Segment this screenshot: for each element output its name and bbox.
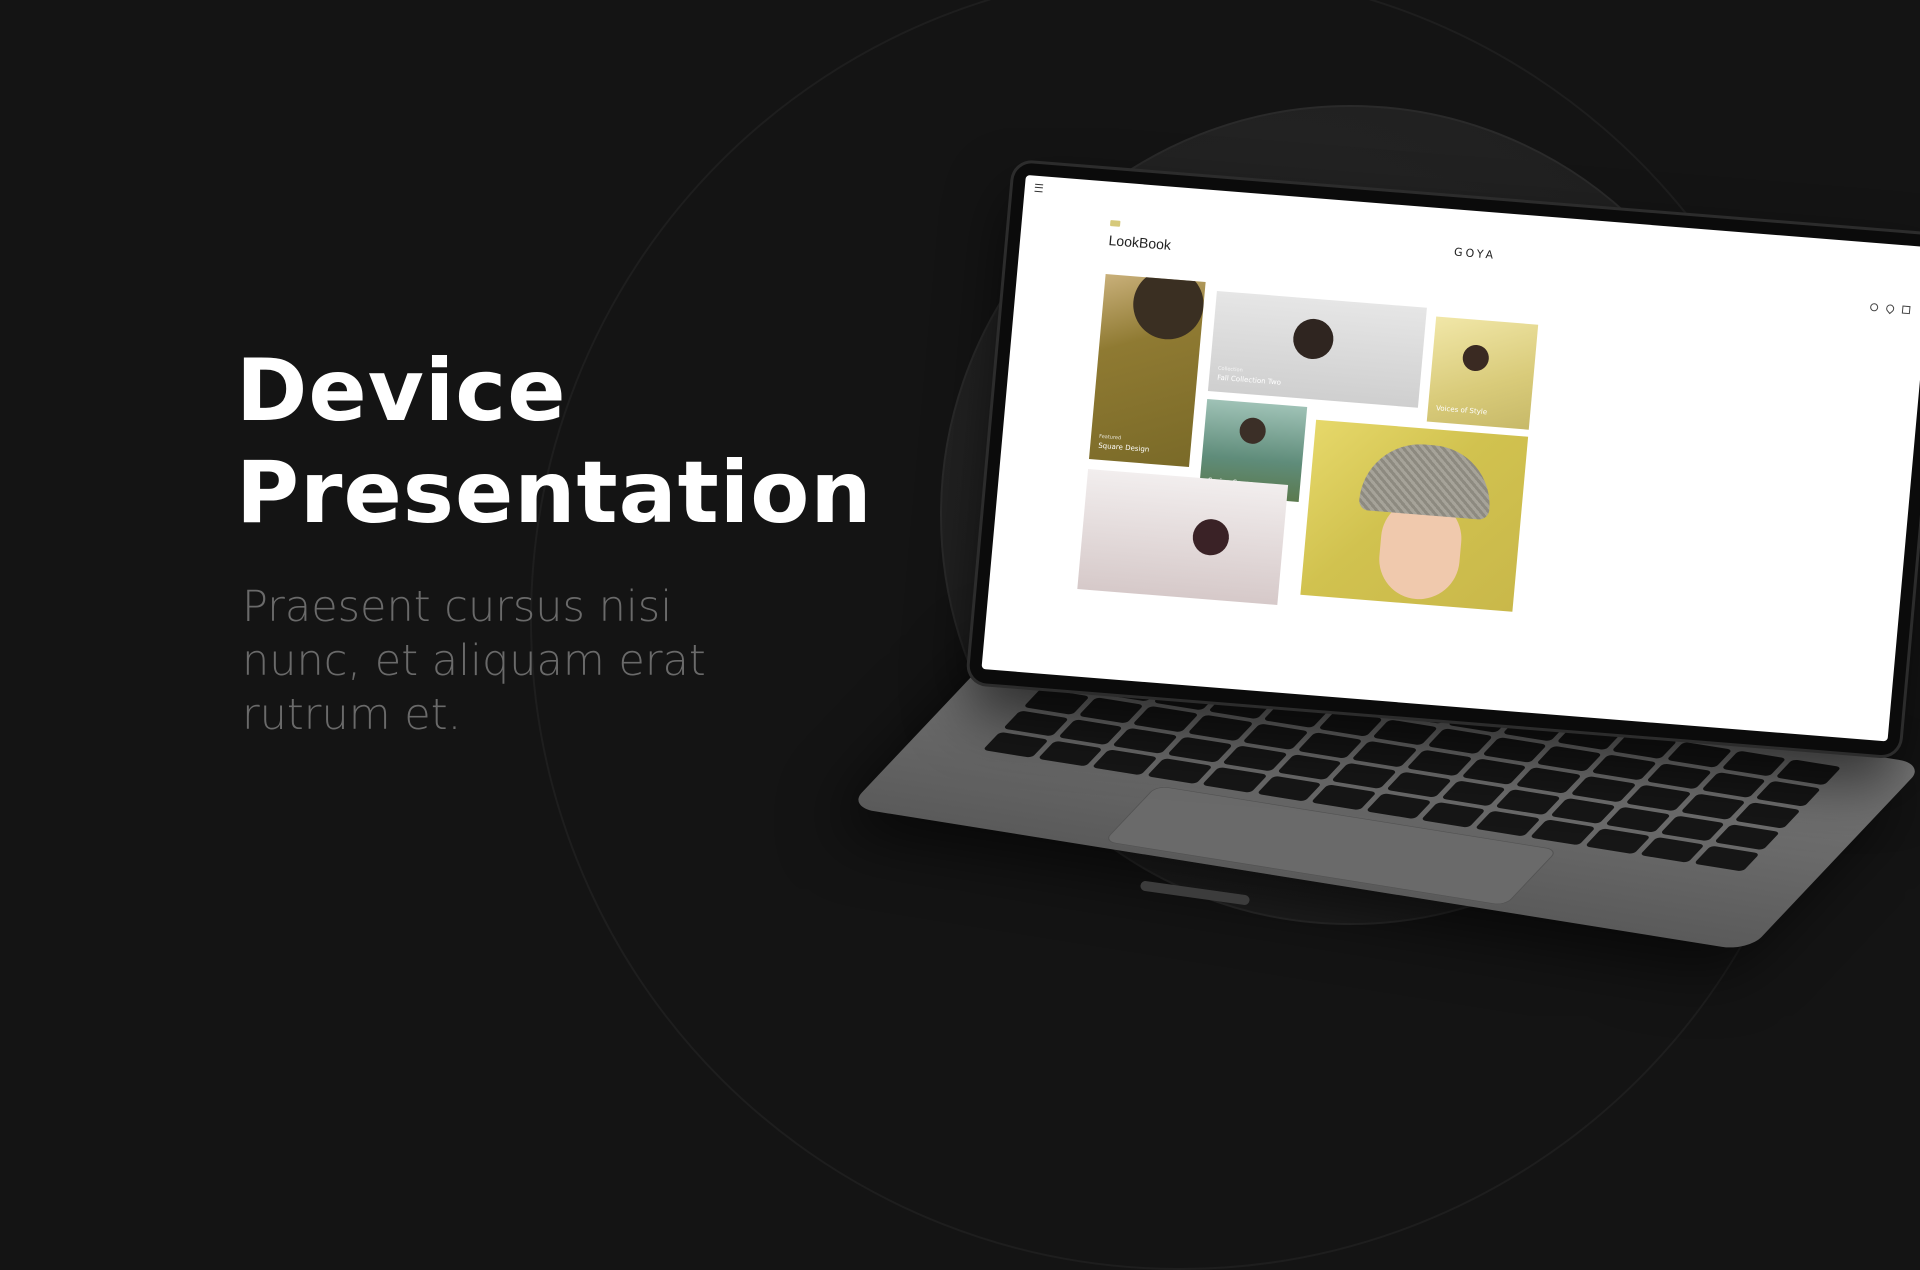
key — [1680, 793, 1746, 820]
key — [1112, 727, 1179, 754]
headline-line-1: Device — [236, 341, 567, 441]
key — [1584, 828, 1651, 855]
subtext-line-1: Praesent cursus nisi — [242, 582, 673, 632]
key — [1167, 736, 1234, 763]
headline-line-2: Presentation — [236, 443, 873, 543]
key — [1242, 723, 1309, 750]
key — [1317, 710, 1384, 737]
key — [1645, 763, 1712, 790]
tile-caption: Featured Square Design — [1098, 434, 1150, 454]
key — [1625, 784, 1692, 811]
key — [1659, 815, 1726, 842]
laptop-screen: GOYA LookBook Featured Square Design Col… — [981, 174, 1920, 742]
lookbook-tile: Featured Square Design — [1088, 274, 1206, 467]
key — [1037, 740, 1104, 767]
key — [1515, 767, 1582, 794]
key — [1714, 823, 1781, 851]
headline: Device Presentation — [236, 340, 873, 544]
key — [1604, 806, 1671, 833]
search-icon — [1869, 302, 1879, 312]
key — [1406, 749, 1473, 776]
key — [982, 731, 1049, 758]
bucket-hat — [1358, 439, 1495, 521]
subtext: Praesent cursus nisi nunc, et aliquam er… — [242, 580, 802, 742]
key — [1481, 737, 1548, 764]
subtext-line-2: nunc, et aliquam erat — [242, 636, 706, 686]
key — [1666, 741, 1733, 768]
key — [1310, 784, 1377, 811]
key — [1693, 845, 1760, 872]
key — [1529, 819, 1596, 846]
key — [1420, 801, 1487, 828]
key — [1003, 710, 1070, 737]
key — [1372, 719, 1439, 746]
key — [1720, 750, 1787, 777]
key — [1221, 745, 1288, 772]
site-nav — [1034, 183, 1044, 193]
key — [1187, 714, 1254, 741]
key — [1440, 780, 1507, 807]
lookbook-tile: Collection Fall Collection Two — [1207, 290, 1427, 408]
model-figure — [1191, 517, 1231, 557]
key — [1570, 776, 1637, 803]
menu-icon — [1034, 183, 1044, 193]
key — [1331, 762, 1398, 789]
key — [1590, 754, 1657, 781]
key — [1201, 766, 1268, 793]
key — [1365, 793, 1432, 820]
key — [1734, 802, 1801, 829]
key — [1639, 836, 1706, 863]
bag-icon — [1901, 305, 1911, 315]
subtext-line-3: rutrum et. — [242, 690, 462, 740]
key — [1092, 749, 1159, 776]
key — [1297, 732, 1363, 759]
key — [1146, 758, 1213, 785]
key — [1132, 706, 1199, 733]
key — [1495, 788, 1562, 816]
key — [1057, 718, 1124, 745]
tile-caption: Voices of Style — [1436, 404, 1488, 416]
key — [1426, 728, 1493, 755]
model-figure — [1461, 343, 1490, 373]
model-figure — [1291, 317, 1336, 361]
lookbook-tile — [1300, 419, 1529, 612]
key — [1276, 753, 1343, 781]
laptop-screen-bezel: GOYA LookBook Featured Square Design Col… — [968, 162, 1920, 757]
key — [1755, 780, 1822, 807]
site-actions — [1869, 302, 1911, 315]
key — [1550, 797, 1617, 824]
key — [1461, 758, 1528, 785]
tile-caption: Collection Fall Collection Two — [1217, 366, 1282, 387]
lookbook-tile: Voices of Style — [1426, 316, 1539, 430]
key — [1351, 741, 1418, 768]
tile-title: Square Design — [1097, 441, 1150, 454]
key — [1023, 688, 1090, 715]
model-figure — [1130, 274, 1206, 342]
heart-icon — [1884, 302, 1896, 315]
tile-title: Voices of Style — [1435, 404, 1488, 417]
page-badge — [1109, 220, 1121, 227]
key — [1475, 810, 1542, 837]
lookbook-tile — [1077, 469, 1289, 605]
key — [1536, 745, 1603, 772]
laptop-mockup: GOYA LookBook Featured Square Design Col… — [848, 150, 1920, 970]
key — [1078, 697, 1145, 724]
key — [1700, 772, 1767, 799]
model-figure — [1238, 416, 1267, 445]
key — [1386, 771, 1453, 798]
key — [1775, 759, 1842, 786]
key — [1256, 775, 1323, 802]
